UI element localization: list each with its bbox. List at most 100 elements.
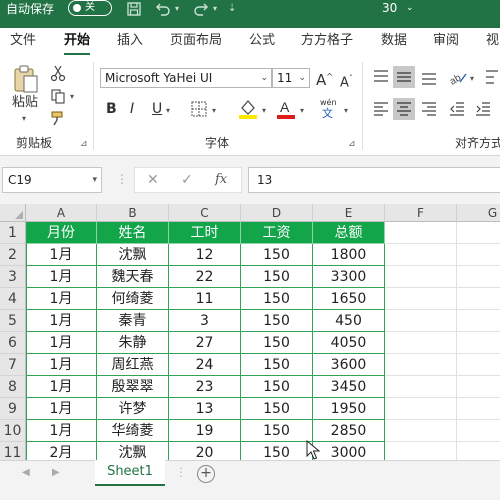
increase-indent-icon[interactable]: [474, 100, 492, 118]
decrease-font-icon[interactable]: Aˇ: [340, 70, 353, 92]
row-header[interactable]: 2: [0, 244, 26, 266]
row-header[interactable]: 5: [0, 310, 26, 332]
undo-icon[interactable]: [154, 1, 172, 17]
undo-dropdown-icon[interactable]: ▾: [175, 1, 179, 17]
paste-icon[interactable]: [12, 64, 40, 94]
table-cell[interactable]: 1月: [26, 398, 97, 420]
underline-dropdown-icon[interactable]: ▾: [166, 106, 170, 115]
customize-toolbar-icon[interactable]: ⇣: [228, 1, 236, 17]
table-cell[interactable]: 1月: [26, 244, 97, 266]
formula-bar-grip-icon[interactable]: ⋮: [116, 171, 128, 187]
empty-cell[interactable]: [385, 288, 457, 310]
insert-function-icon[interactable]: fx: [215, 172, 227, 188]
column-header-g[interactable]: G: [457, 204, 500, 222]
table-cell[interactable]: 沈飘: [97, 442, 169, 460]
autosave-toggle[interactable]: 关: [68, 0, 112, 16]
font-name-combo[interactable]: Microsoft YaHei UI ⌄: [100, 68, 272, 88]
prev-sheet-icon[interactable]: ◀: [22, 467, 30, 478]
table-cell[interactable]: 150: [241, 332, 313, 354]
table-cell[interactable]: 1月: [26, 310, 97, 332]
tab-view[interactable]: 视: [486, 33, 499, 49]
table-cell[interactable]: 3300: [313, 266, 385, 288]
cut-icon[interactable]: [50, 64, 66, 82]
empty-cell[interactable]: [457, 398, 500, 420]
save-icon[interactable]: [126, 1, 142, 17]
table-cell[interactable]: 150: [241, 398, 313, 420]
table-cell[interactable]: 3600: [313, 354, 385, 376]
phonetic-char[interactable]: 文: [322, 108, 333, 120]
table-header-cell[interactable]: 姓名: [97, 222, 169, 244]
empty-cell[interactable]: [457, 288, 500, 310]
table-header-cell[interactable]: 月份: [26, 222, 97, 244]
empty-cell[interactable]: [457, 420, 500, 442]
format-painter-icon[interactable]: [50, 110, 66, 126]
decrease-indent-icon[interactable]: [448, 100, 466, 118]
table-cell[interactable]: 周红燕: [97, 354, 169, 376]
table-cell[interactable]: 150: [241, 354, 313, 376]
empty-cell[interactable]: [385, 442, 457, 460]
empty-cell[interactable]: [385, 420, 457, 442]
align-top-icon[interactable]: [372, 68, 390, 86]
table-cell[interactable]: 沈飘: [97, 244, 169, 266]
table-cell[interactable]: 11: [169, 288, 241, 310]
tab-review[interactable]: 审阅: [433, 33, 459, 49]
row-header[interactable]: 11: [0, 442, 26, 460]
table-cell[interactable]: 1月: [26, 354, 97, 376]
name-box[interactable]: C19 ▾: [2, 167, 102, 193]
table-cell[interactable]: 450: [313, 310, 385, 332]
tab-home[interactable]: 开始: [64, 33, 90, 49]
table-cell[interactable]: 1950: [313, 398, 385, 420]
align-bottom-icon[interactable]: [420, 68, 438, 86]
paste-label[interactable]: 粘贴: [12, 94, 38, 112]
table-cell[interactable]: 何绮菱: [97, 288, 169, 310]
redo-dropdown-icon[interactable]: ▾: [213, 1, 217, 17]
empty-cell[interactable]: [385, 310, 457, 332]
row-header[interactable]: 6: [0, 332, 26, 354]
clipboard-launcher-icon[interactable]: ⊿: [80, 139, 88, 149]
tab-page-layout[interactable]: 页面布局: [170, 33, 222, 49]
table-cell[interactable]: 150: [241, 420, 313, 442]
table-cell[interactable]: 150: [241, 266, 313, 288]
empty-cell[interactable]: [385, 354, 457, 376]
align-center-button[interactable]: [393, 98, 415, 120]
table-cell[interactable]: 3450: [313, 376, 385, 398]
title-dropdown-icon[interactable]: ⌄: [406, 1, 414, 15]
table-cell[interactable]: 23: [169, 376, 241, 398]
table-cell[interactable]: 秦青: [97, 310, 169, 332]
align-left-icon[interactable]: [372, 100, 390, 118]
empty-cell[interactable]: [457, 310, 500, 332]
paste-dropdown-icon[interactable]: ▾: [22, 114, 26, 123]
table-cell[interactable]: 1月: [26, 266, 97, 288]
tab-insert[interactable]: 插入: [117, 33, 143, 49]
table-cell[interactable]: 2850: [313, 420, 385, 442]
enter-icon[interactable]: ✓: [181, 172, 193, 188]
font-size-combo[interactable]: 11 ⌄: [272, 68, 310, 88]
wrap-text-icon[interactable]: [484, 66, 500, 88]
row-header[interactable]: 9: [0, 398, 26, 420]
orientation-icon[interactable]: ab: [448, 68, 468, 86]
column-header-e[interactable]: E: [313, 204, 385, 222]
table-cell[interactable]: 朱静: [97, 332, 169, 354]
empty-cell[interactable]: [457, 354, 500, 376]
table-cell[interactable]: 12: [169, 244, 241, 266]
empty-cell[interactable]: [385, 376, 457, 398]
table-cell[interactable]: 1650: [313, 288, 385, 310]
copy-icon[interactable]: [50, 88, 66, 104]
table-cell[interactable]: 殷翠翠: [97, 376, 169, 398]
empty-cell[interactable]: [385, 222, 457, 244]
empty-cell[interactable]: [385, 244, 457, 266]
table-header-cell[interactable]: 工时: [169, 222, 241, 244]
fill-color-icon[interactable]: [238, 98, 258, 120]
table-cell[interactable]: 24: [169, 354, 241, 376]
table-cell[interactable]: 150: [241, 244, 313, 266]
table-cell[interactable]: 1月: [26, 376, 97, 398]
table-cell[interactable]: 22: [169, 266, 241, 288]
table-cell[interactable]: 华绮菱: [97, 420, 169, 442]
table-cell[interactable]: 150: [241, 310, 313, 332]
redo-icon[interactable]: [192, 1, 210, 17]
column-header-f[interactable]: F: [385, 204, 457, 222]
table-cell[interactable]: 150: [241, 376, 313, 398]
empty-cell[interactable]: [385, 398, 457, 420]
empty-cell[interactable]: [457, 244, 500, 266]
table-cell[interactable]: 1月: [26, 288, 97, 310]
